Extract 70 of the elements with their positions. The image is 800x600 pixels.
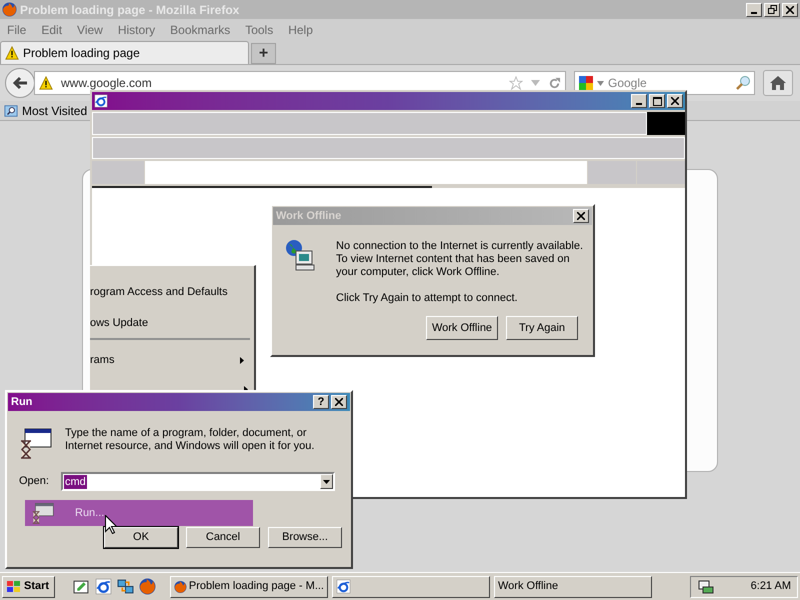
browser-tab[interactable]: Problem loading page <box>0 41 249 64</box>
run-menu-item[interactable]: Run... <box>25 500 253 526</box>
back-button[interactable] <box>5 68 35 98</box>
dialog-button[interactable]: Work Offline <box>426 316 498 340</box>
run-icon <box>31 502 55 524</box>
folder-search-icon <box>4 104 18 118</box>
taskbar-button[interactable]: Work Offline <box>494 576 652 598</box>
back-arrow-icon <box>12 76 28 90</box>
open-label: Open: <box>19 474 49 490</box>
minimize-icon <box>751 12 757 14</box>
warning-icon <box>5 46 19 60</box>
dialog-title: Work Offline <box>276 208 342 224</box>
dialog-button[interactable]: Try Again <box>506 316 578 340</box>
help-button[interactable]: ? <box>313 395 329 409</box>
firefox-icon <box>2 2 17 17</box>
start-menu-item[interactable]: rams <box>90 344 250 376</box>
dropdown-icon <box>531 80 540 86</box>
home-button[interactable] <box>763 70 793 96</box>
dialog-button[interactable]: Cancel <box>186 527 260 548</box>
network-icon[interactable] <box>117 578 134 595</box>
windows-logo-icon <box>6 580 22 594</box>
firefox-icon <box>139 578 156 595</box>
open-combobox[interactable]: cmd <box>60 472 335 491</box>
start-menu-item[interactable]: rogram Access and Defaults <box>90 276 250 308</box>
network-tray-icon[interactable] <box>697 578 715 594</box>
run-description: Type the name of a program, folder, document, or Internet resource, and Windows will open it for you. <box>65 427 316 454</box>
close-icon <box>786 6 794 14</box>
close-icon <box>671 97 679 105</box>
close-button[interactable] <box>667 94 683 108</box>
start-menu-item[interactable]: ows Update <box>90 308 250 340</box>
desktop-icon[interactable] <box>73 578 90 595</box>
run-icon <box>19 427 53 459</box>
mouse-cursor-icon <box>105 515 117 534</box>
ie-icon <box>336 579 351 594</box>
dropdown-arrow-icon <box>322 480 330 484</box>
maximize-button[interactable] <box>649 94 665 108</box>
close-icon <box>335 398 343 406</box>
dialog-button[interactable]: Browse... <box>268 527 342 548</box>
clock: 6:21 AM <box>750 579 791 594</box>
submenu-arrow-icon <box>240 356 244 364</box>
new-tab-button[interactable]: + <box>251 43 276 64</box>
reload-icon <box>548 76 561 90</box>
dropdown-button[interactable] <box>320 474 333 489</box>
restore-icon <box>768 5 776 14</box>
maximize-icon <box>652 96 662 106</box>
restore-button[interactable] <box>764 2 780 16</box>
dialog-button[interactable]: OK <box>104 527 178 548</box>
firefox-icon <box>174 578 187 594</box>
dropdown-icon <box>597 81 604 86</box>
close-button[interactable] <box>573 209 589 223</box>
ie-icon <box>95 578 112 595</box>
search-icon <box>735 75 751 91</box>
start-button[interactable]: Start <box>2 576 55 598</box>
ie-icon <box>94 94 108 108</box>
minimize-button[interactable] <box>746 2 762 16</box>
dialog-prompt: Click Try Again to attempt to connect. <box>336 292 519 305</box>
warning-icon <box>39 76 53 90</box>
taskbar-button[interactable] <box>332 576 490 598</box>
close-button[interactable] <box>331 395 347 409</box>
close-icon <box>577 212 585 220</box>
bookmark-folder[interactable]: Most Visited <box>4 102 88 120</box>
star-icon <box>509 76 523 90</box>
minimize-icon <box>636 103 642 105</box>
google-logo-icon <box>578 75 594 91</box>
taskbar-button[interactable]: Problem loading page - M... <box>170 576 328 598</box>
dialog-title: Run <box>11 394 32 410</box>
dialog-message: No connection to the Internet is currently available. To view Internet content that has been saved on your computer, click Work Offline. <box>336 240 584 279</box>
home-icon <box>770 76 786 90</box>
minimize-button[interactable] <box>631 94 647 108</box>
close-button[interactable] <box>782 2 798 16</box>
